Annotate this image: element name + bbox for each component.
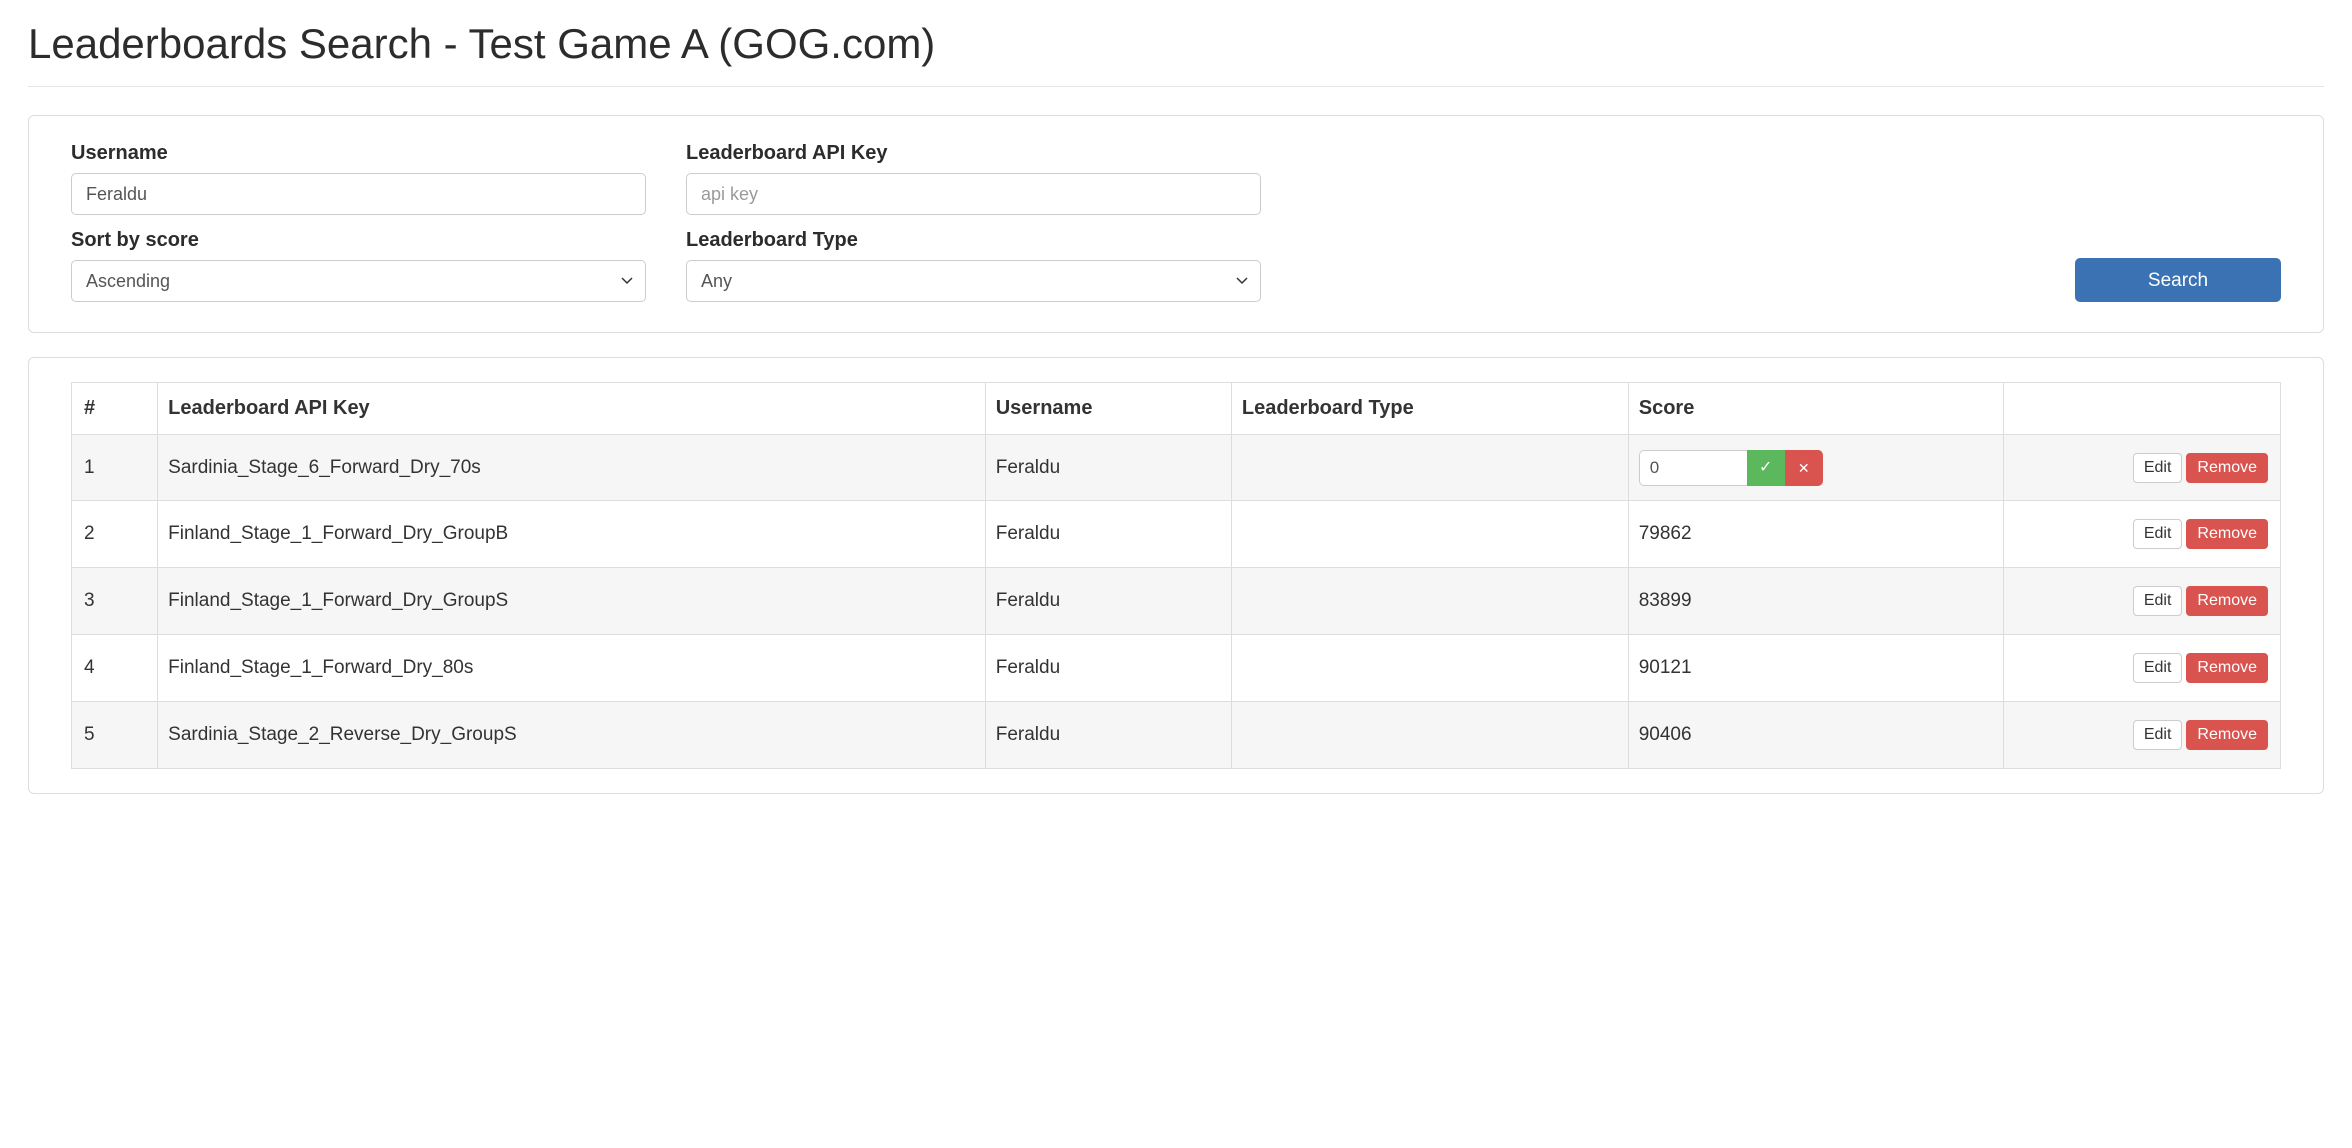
sort-group: Sort by score Ascending [71, 229, 646, 302]
results-table: # Leaderboard API Key Username Leaderboa… [71, 382, 2281, 769]
cell-index: 2 [72, 501, 158, 568]
header-score: Score [1629, 383, 2004, 435]
header-apikey: Leaderboard API Key [158, 383, 986, 435]
header-type: Leaderboard Type [1232, 383, 1629, 435]
cell-apikey: Finland_Stage_1_Forward_Dry_80s [158, 635, 986, 702]
apikey-label: Leaderboard API Key [686, 142, 1261, 165]
cancel-score-button[interactable]: ✕ [1785, 450, 1823, 486]
score-input[interactable] [1639, 450, 1747, 486]
row-actions: EditRemove [2014, 653, 2268, 683]
apikey-group: Leaderboard API Key [686, 142, 1261, 215]
cell-score: 90121 [1629, 635, 2004, 702]
cell-apikey: Sardinia_Stage_6_Forward_Dry_70s [158, 435, 986, 501]
header-username: Username [986, 383, 1232, 435]
remove-button[interactable]: Remove [2186, 519, 2268, 549]
row-actions: EditRemove [2014, 519, 2268, 549]
cell-score: 83899 [1629, 568, 2004, 635]
cell-index: 5 [72, 702, 158, 769]
remove-button[interactable]: Remove [2186, 586, 2268, 616]
cell-actions: EditRemove [2004, 635, 2281, 702]
cell-username: Feraldu [986, 568, 1232, 635]
type-group: Leaderboard Type Any [686, 229, 1261, 302]
table-row: 3Finland_Stage_1_Forward_Dry_GroupSFeral… [72, 568, 2281, 635]
cell-score: ✓✕ [1629, 435, 2004, 501]
cell-username: Feraldu [986, 435, 1232, 501]
close-icon: ✕ [1798, 461, 1810, 475]
edit-button[interactable]: Edit [2133, 720, 2183, 750]
cell-index: 4 [72, 635, 158, 702]
username-label: Username [71, 142, 646, 165]
cell-type [1232, 635, 1629, 702]
search-button-wrap: Search [1301, 258, 2281, 302]
header-actions [2004, 383, 2281, 435]
cell-username: Feraldu [986, 501, 1232, 568]
edit-button[interactable]: Edit [2133, 519, 2183, 549]
title-divider [28, 86, 2324, 87]
cell-actions: EditRemove [2004, 501, 2281, 568]
remove-button[interactable]: Remove [2186, 720, 2268, 750]
table-header-row: # Leaderboard API Key Username Leaderboa… [72, 383, 2281, 435]
table-row: 2Finland_Stage_1_Forward_Dry_GroupBFeral… [72, 501, 2281, 568]
row-actions: EditRemove [2014, 720, 2268, 750]
cell-apikey: Sardinia_Stage_2_Reverse_Dry_GroupS [158, 702, 986, 769]
cell-type [1232, 501, 1629, 568]
row-actions: EditRemove [2014, 453, 2268, 483]
results-panel: # Leaderboard API Key Username Leaderboa… [28, 357, 2324, 794]
score-editor: ✓✕ [1639, 450, 1823, 486]
cell-username: Feraldu [986, 635, 1232, 702]
page-title: Leaderboards Search - Test Game A (GOG.c… [28, 20, 2324, 68]
cell-apikey: Finland_Stage_1_Forward_Dry_GroupS [158, 568, 986, 635]
table-row: 5Sardinia_Stage_2_Reverse_Dry_GroupSFera… [72, 702, 2281, 769]
sort-label: Sort by score [71, 229, 646, 252]
edit-button[interactable]: Edit [2133, 586, 2183, 616]
confirm-score-button[interactable]: ✓ [1747, 450, 1785, 486]
type-label: Leaderboard Type [686, 229, 1261, 252]
header-index: # [72, 383, 158, 435]
apikey-input[interactable] [686, 173, 1261, 215]
remove-button[interactable]: Remove [2186, 453, 2268, 483]
edit-button[interactable]: Edit [2133, 653, 2183, 683]
table-row: 4Finland_Stage_1_Forward_Dry_80sFeraldu 9… [72, 635, 2281, 702]
cell-actions: EditRemove [2004, 702, 2281, 769]
cell-actions: EditRemove [2004, 435, 2281, 501]
remove-button[interactable]: Remove [2186, 653, 2268, 683]
username-group: Username [71, 142, 646, 215]
cell-type [1232, 435, 1629, 501]
sort-select[interactable]: Ascending [71, 260, 646, 302]
search-button[interactable]: Search [2075, 258, 2281, 302]
table-row: 1Sardinia_Stage_6_Forward_Dry_70sFeraldu… [72, 435, 2281, 501]
cell-score: 79862 [1629, 501, 2004, 568]
check-icon: ✓ [1759, 460, 1772, 476]
cell-apikey: Finland_Stage_1_Forward_Dry_GroupB [158, 501, 986, 568]
type-select[interactable]: Any [686, 260, 1261, 302]
cell-index: 3 [72, 568, 158, 635]
cell-type [1232, 702, 1629, 769]
search-panel: Username Leaderboard API Key Sort by sco… [28, 115, 2324, 333]
cell-index: 1 [72, 435, 158, 501]
cell-score: 90406 [1629, 702, 2004, 769]
cell-username: Feraldu [986, 702, 1232, 769]
edit-button[interactable]: Edit [2133, 453, 2183, 483]
cell-type [1232, 568, 1629, 635]
cell-actions: EditRemove [2004, 568, 2281, 635]
username-input[interactable] [71, 173, 646, 215]
row-actions: EditRemove [2014, 586, 2268, 616]
